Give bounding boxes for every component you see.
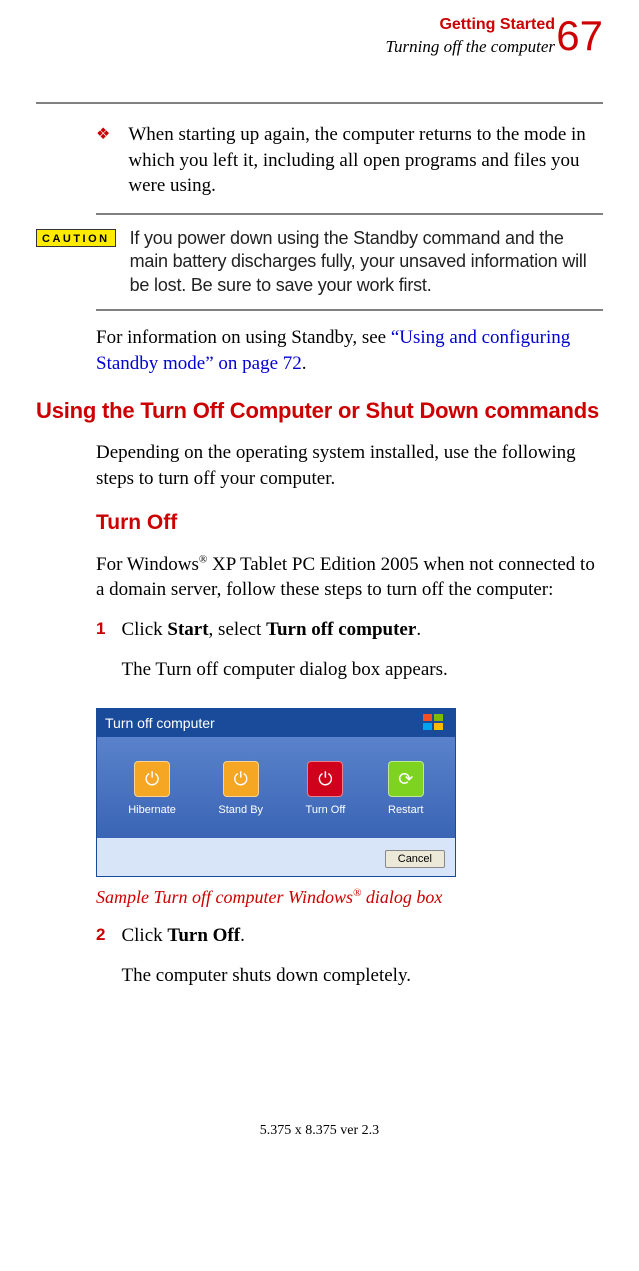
step-text: Click Turn Off. [121, 923, 603, 949]
step-number: 1 [96, 618, 105, 696]
divider [36, 102, 603, 104]
divider [96, 309, 603, 311]
caution-text: If you power down using the Standby comm… [130, 227, 603, 297]
heading-2: Turn Off [96, 509, 603, 537]
power-icon: ⏻ [223, 761, 259, 797]
step-text: Click Start, select Turn off computer. [121, 617, 603, 643]
chapter-title: Getting Started [96, 10, 555, 36]
page-footer: 5.375 x 8.375 ver 2.3 [36, 1122, 603, 1141]
section-title: Turning off the computer [96, 36, 555, 59]
step-1: 1 Click Start, select Turn off computer.… [96, 617, 603, 696]
bullet-icon: ❖ [96, 124, 110, 199]
body-text: Depending on the operating system instal… [96, 440, 603, 491]
caution-badge: CAUTION [36, 229, 116, 247]
power-icon: ⏻ [134, 761, 170, 797]
power-icon: ⏻ [307, 761, 343, 797]
step-2: 2 Click Turn Off. The computer shuts dow… [96, 923, 603, 1002]
step-result: The computer shuts down completely. [121, 963, 603, 989]
turn-off-dialog-sample: Turn off computer ⏻ Hibernate ⏻ Stand By… [96, 708, 456, 876]
cancel-button[interactable]: Cancel [385, 850, 445, 868]
body-text: For information on using Standby, see “U… [96, 325, 603, 376]
restart-button[interactable]: ⟳ Restart [388, 761, 424, 818]
figure-caption: Sample Turn off computer Windows® dialog… [96, 885, 603, 909]
standby-button[interactable]: ⏻ Stand By [218, 761, 263, 818]
caution-block: CAUTION If you power down using the Stan… [36, 227, 603, 297]
windows-logo-icon [421, 712, 447, 734]
hibernate-button[interactable]: ⏻ Hibernate [128, 761, 176, 818]
step-number: 2 [96, 924, 105, 1002]
divider [96, 213, 603, 215]
body-text: When starting up again, the computer ret… [128, 122, 603, 199]
restart-icon: ⟳ [388, 761, 424, 797]
step-result: The Turn off computer dialog box appears… [121, 657, 603, 683]
heading-1: Using the Turn Off Computer or Shut Down… [36, 396, 603, 426]
turn-off-button[interactable]: ⏻ Turn Off [306, 761, 346, 818]
dialog-title: Turn off computer [105, 714, 215, 733]
body-text: For Windows® XP Tablet PC Edition 2005 w… [96, 552, 603, 603]
page-number: 67 [556, 8, 603, 65]
